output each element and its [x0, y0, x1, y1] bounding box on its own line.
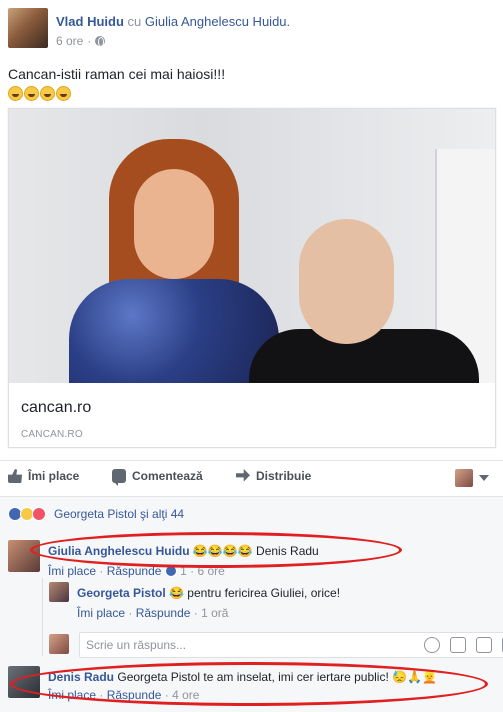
comment-text: 😂😂😂😂 Denis Radu [192, 544, 319, 558]
comment-item: Denis Radu Georgeta Pistol te am inselat… [8, 666, 498, 706]
like-label: Îmi place [28, 469, 80, 483]
comment-item: Giulia Anghelescu Huidu 😂😂😂😂 Denis Radu … [8, 540, 498, 580]
link-preview-image[interactable] [9, 109, 495, 383]
man-head [299, 219, 394, 344]
share-arrow-icon [236, 469, 250, 482]
reply-thread: Georgeta Pistol 😂 pentru fericirea Giuli… [42, 578, 503, 658]
globe-icon[interactable] [95, 36, 106, 47]
tagged-person[interactable]: Giulia Anghelescu Huidu. [145, 14, 290, 29]
meta-separator: · [87, 34, 92, 48]
share-button[interactable]: Distribuie [236, 469, 311, 483]
reactions-summary[interactable]: Georgeta Pistol şi alţi 44 [8, 507, 184, 521]
reply-time[interactable]: 1 oră [201, 606, 228, 620]
comment-time[interactable]: 4 ore [172, 688, 199, 702]
comment-author[interactable]: Denis Radu [48, 670, 114, 684]
comment-actions: Îmi place · Răspunde · 4 ore [48, 688, 200, 702]
comment-label: Comentează [132, 469, 203, 483]
post-time[interactable]: 6 ore [56, 34, 83, 48]
input-icons [424, 637, 503, 653]
post-action-bar: Îmi place Comentează Distribuie [0, 460, 503, 496]
comment-reply-button[interactable]: Răspunde [107, 564, 162, 578]
link-domain: CANCAN.RO [21, 429, 83, 440]
comment-reply-button[interactable]: Răspunde [107, 688, 162, 702]
reply-body: Georgeta Pistol 😂 pentru fericirea Giuli… [77, 586, 340, 600]
thumbs-up-icon [8, 469, 22, 483]
comment-text: Georgeta Pistol te am inselat, imi cer i… [117, 670, 437, 684]
reactions-text[interactable]: Georgeta Pistol şi alţi 44 [54, 507, 184, 521]
replier-avatar[interactable] [49, 582, 69, 602]
like-count-icon [164, 565, 177, 577]
comment-body: Denis Radu Georgeta Pistol te am inselat… [48, 670, 437, 684]
laughing-emoji-icon [24, 86, 39, 101]
gif-icon[interactable] [476, 637, 492, 653]
post-text: Cancan-istii raman cei mai haiosi!!! [8, 64, 225, 104]
share-label: Distribuie [256, 469, 312, 483]
reply-item: Georgeta Pistol 😂 pentru fericirea Giuli… [49, 582, 489, 622]
love-reaction-icon [32, 507, 46, 521]
commenter-avatar[interactable] [8, 540, 40, 572]
reply-reply-button[interactable]: Răspunde [136, 606, 191, 620]
laughing-emoji-icon [8, 86, 23, 101]
with-word: cu [127, 14, 142, 29]
post-meta: 6 ore · [56, 34, 106, 48]
user-mini-avatar [455, 469, 473, 487]
comment-like-button[interactable]: Îmi place [48, 564, 96, 578]
reply-like-button[interactable]: Îmi place [77, 606, 125, 620]
post-as-selector[interactable] [455, 469, 489, 487]
emoji-row [8, 84, 225, 104]
sequin-dress [69, 279, 279, 383]
current-user-avatar [49, 634, 69, 654]
reply-text: 😂 pentru fericirea Giuliei, orice! [169, 586, 341, 600]
comment-body: Giulia Anghelescu Huidu 😂😂😂😂 Denis Radu [48, 544, 319, 558]
camera-icon[interactable] [450, 637, 466, 653]
comment-like-count[interactable]: 1 [180, 564, 187, 578]
author-name[interactable]: Vlad Huidu [56, 14, 124, 29]
reply-author[interactable]: Georgeta Pistol [77, 586, 166, 600]
author-avatar[interactable] [8, 8, 48, 48]
commenter-avatar[interactable] [8, 666, 40, 698]
chevron-down-icon [479, 475, 489, 481]
author-line: Vlad Huidu cu Giulia Anghelescu Huidu. [56, 14, 290, 29]
woman-face [134, 169, 214, 279]
post-header: Vlad Huidu cu Giulia Anghelescu Huidu. 6… [8, 4, 498, 54]
comment-button[interactable]: Comentează [112, 469, 203, 486]
laughing-emoji-icon [56, 86, 71, 101]
like-button[interactable]: Îmi place [8, 469, 79, 483]
reply-input-box[interactable] [79, 632, 503, 658]
comment-time[interactable]: 6 ore [197, 564, 224, 578]
post-message: Cancan-istii raman cei mai haiosi!!! [8, 66, 226, 82]
emoji-picker-icon[interactable] [424, 637, 440, 653]
link-preview-card[interactable]: cancan.ro CANCAN.RO [8, 108, 496, 448]
comment-author[interactable]: Giulia Anghelescu Huidu [48, 544, 190, 558]
reply-actions: Îmi place · Răspunde · 1 oră [77, 606, 229, 620]
link-title[interactable]: cancan.ro [21, 399, 91, 417]
comment-like-button[interactable]: Îmi place [48, 688, 96, 702]
reply-input[interactable] [80, 638, 380, 652]
comment-actions: Îmi place · Răspunde 1 · 6 ore [48, 564, 225, 578]
comment-bubble-icon [112, 469, 126, 486]
laughing-emoji-icon [40, 86, 55, 101]
